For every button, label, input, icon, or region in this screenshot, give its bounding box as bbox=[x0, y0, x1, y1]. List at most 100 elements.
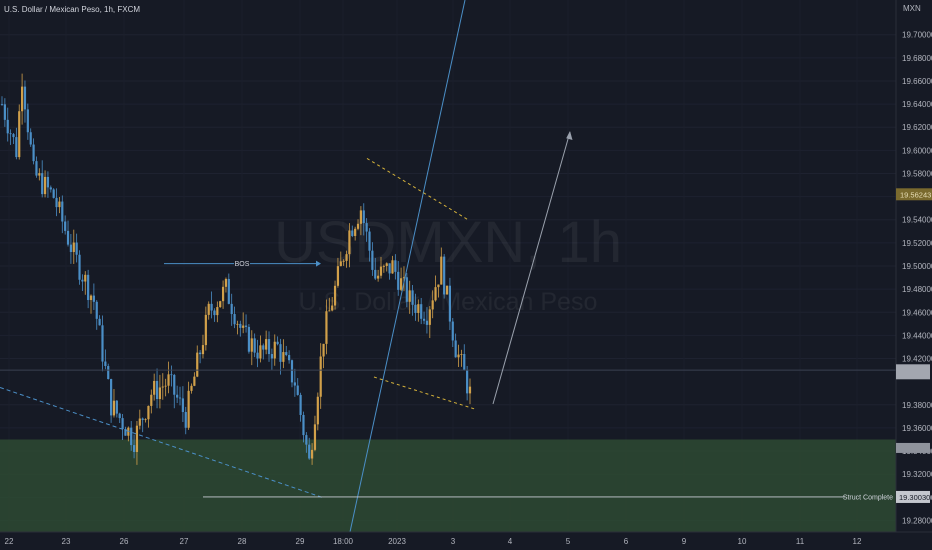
price-tick-label: 19.70000 bbox=[902, 31, 932, 40]
candle-body bbox=[89, 295, 93, 301]
candle-body bbox=[150, 394, 153, 406]
candle-body bbox=[64, 221, 67, 231]
time-tick-label: 29 bbox=[296, 537, 305, 546]
candle-body bbox=[285, 352, 288, 356]
chart-container[interactable]: USDMXN, 1h U.S. Dollar / Mexican Peso BO… bbox=[0, 0, 932, 550]
candle-body bbox=[224, 278, 228, 287]
time-tick-label: 2023 bbox=[388, 537, 406, 546]
watermark-symbol: USDMXN, 1h bbox=[274, 210, 622, 275]
candle-body bbox=[23, 86, 27, 110]
candle-body bbox=[84, 274, 87, 282]
candle-body bbox=[18, 111, 21, 158]
price-tick-label: 19.52000 bbox=[902, 239, 932, 248]
candle-body bbox=[339, 261, 342, 267]
candle-body bbox=[52, 189, 55, 198]
price-tick-label: 19.46000 bbox=[902, 308, 932, 317]
candle-body bbox=[319, 356, 322, 397]
candle-body bbox=[107, 366, 110, 380]
candle-body bbox=[422, 318, 426, 321]
candle-body bbox=[236, 323, 239, 325]
candle-body bbox=[144, 419, 147, 421]
time-tick-label: 10 bbox=[738, 537, 747, 546]
candle-body bbox=[267, 339, 271, 355]
candle-body bbox=[49, 187, 52, 190]
candle-body bbox=[342, 260, 345, 262]
candle-body bbox=[115, 400, 118, 414]
candle-body bbox=[391, 260, 394, 274]
candle-body bbox=[0, 104, 4, 105]
price-tick-label: 19.64000 bbox=[902, 100, 932, 109]
candle-body bbox=[181, 398, 184, 412]
candle-body bbox=[276, 341, 279, 345]
candle-body bbox=[259, 345, 262, 359]
candle-body bbox=[69, 244, 73, 253]
candle-body bbox=[233, 314, 236, 325]
candle-body bbox=[161, 386, 164, 388]
candle-body bbox=[428, 309, 431, 325]
candle-body bbox=[230, 303, 233, 315]
candle-body bbox=[6, 119, 9, 134]
candle-body bbox=[153, 380, 156, 395]
candle-body bbox=[98, 318, 101, 326]
candle-body bbox=[253, 338, 256, 353]
candle-body bbox=[147, 405, 150, 420]
candle-body bbox=[3, 104, 6, 120]
price-tick-label: 19.58000 bbox=[902, 169, 932, 178]
candle-body bbox=[35, 161, 38, 176]
candle-body bbox=[164, 385, 167, 387]
current-price-label: 19.56243 bbox=[900, 190, 931, 199]
candle-body bbox=[345, 254, 348, 261]
candle-body bbox=[408, 290, 411, 302]
price-tick-label: 19.68000 bbox=[902, 54, 932, 63]
candle-body bbox=[308, 444, 311, 459]
candle-body bbox=[141, 418, 144, 420]
candle-body bbox=[61, 201, 64, 222]
price-tick-label: 19.54000 bbox=[902, 216, 932, 225]
time-tick-label: 28 bbox=[238, 537, 247, 546]
candle-body bbox=[445, 285, 449, 295]
candle-body bbox=[20, 86, 24, 112]
time-tick-label: 4 bbox=[508, 537, 513, 546]
candle-body bbox=[213, 310, 216, 316]
candle-body bbox=[101, 325, 104, 362]
time-tick-label: 11 bbox=[796, 537, 805, 546]
candle-body bbox=[348, 230, 351, 255]
time-tick-label: 5 bbox=[566, 537, 571, 546]
candle-body bbox=[443, 256, 446, 295]
candle-body bbox=[351, 230, 354, 236]
candle-body bbox=[9, 133, 12, 135]
candle-body bbox=[118, 413, 121, 419]
candle-body bbox=[196, 352, 199, 377]
time-tick-label: 26 bbox=[120, 537, 129, 546]
candle-body bbox=[95, 301, 98, 319]
candle-body bbox=[187, 390, 190, 428]
candle-body bbox=[411, 290, 414, 305]
candle-body bbox=[420, 304, 423, 319]
price-tick-label: 19.60000 bbox=[902, 146, 932, 155]
currency-label: MXN bbox=[903, 4, 921, 13]
candle-body bbox=[354, 228, 357, 236]
candle-body bbox=[132, 445, 136, 452]
candle-body bbox=[262, 345, 265, 350]
price-tick-label: 19.42000 bbox=[902, 355, 932, 364]
candle-body bbox=[167, 374, 170, 386]
candle-body bbox=[331, 305, 334, 311]
candle-body bbox=[173, 374, 176, 395]
candle-body bbox=[371, 250, 374, 270]
time-tick-label: 22 bbox=[5, 537, 14, 546]
candle-body bbox=[451, 321, 454, 341]
price-chart[interactable]: USDMXN, 1h U.S. Dollar / Mexican Peso BO… bbox=[0, 0, 932, 550]
candle-body bbox=[377, 275, 380, 279]
candle-body bbox=[247, 326, 251, 352]
candle-body bbox=[242, 325, 245, 328]
price-tick-label: 19.62000 bbox=[902, 123, 932, 132]
candle-body bbox=[279, 344, 282, 362]
candle-body bbox=[382, 265, 385, 267]
candle-body bbox=[170, 374, 173, 376]
time-tick-label: 6 bbox=[624, 537, 629, 546]
time-axis[interactable]: 22 23 26 27 28 29 18:00 2023 3 4 5 6 9 10 11 12 bbox=[0, 531, 932, 550]
time-tick-label: 9 bbox=[682, 537, 687, 546]
candle-body bbox=[454, 340, 457, 358]
candle-body bbox=[368, 231, 371, 251]
candle-body bbox=[293, 382, 296, 386]
